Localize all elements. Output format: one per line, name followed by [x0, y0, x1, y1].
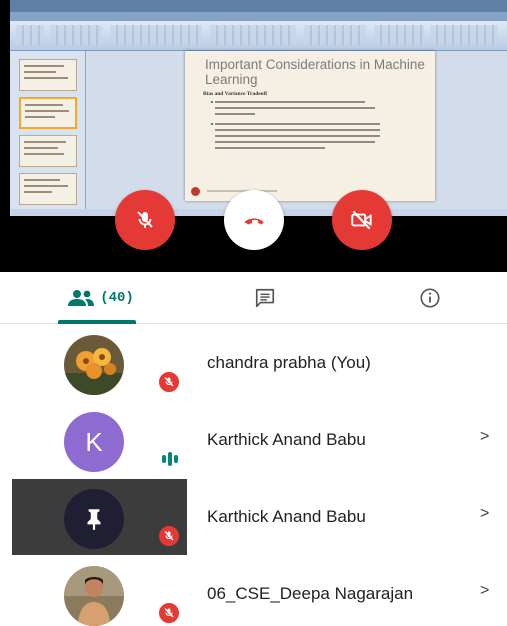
- slide-thumbnails-pane: [10, 51, 86, 209]
- side-panel-tabs: (40): [0, 272, 507, 324]
- ppt-ribbon-tabs: [10, 12, 507, 21]
- ppt-title-bar: [10, 0, 507, 12]
- hang-up-button[interactable]: [224, 190, 284, 250]
- slide-thumbnail-selected: [19, 97, 77, 129]
- flower-photo: [64, 335, 124, 395]
- avatar-letter: K: [64, 412, 124, 472]
- speaking-indicator-icon: [162, 452, 178, 466]
- participant-row[interactable]: 06_CSE_Deepa Nagarajan >: [0, 556, 507, 626]
- participant-name: Karthick Anand Babu: [207, 430, 366, 449]
- slide-thumbnail: [19, 59, 77, 91]
- slide-canvas: Important Considerations in Machine Lear…: [86, 51, 507, 209]
- people-icon: [68, 290, 95, 306]
- person-photo: [64, 566, 124, 626]
- active-tab-indicator: [58, 320, 136, 324]
- info-icon: [420, 288, 440, 308]
- videocam-off-icon: [351, 210, 372, 230]
- participant-row-pinned[interactable]: Karthick Anand Babu >: [0, 479, 507, 555]
- ppt-ribbon: [10, 21, 507, 51]
- slide-title: Important Considerations in Machine Lear…: [205, 57, 425, 87]
- mic-toggle-button[interactable]: [115, 190, 175, 250]
- mic-off-icon: [137, 211, 153, 228]
- participant-count: (40): [100, 290, 134, 306]
- participant-name: Karthick Anand Babu: [207, 507, 366, 526]
- participant-row[interactable]: chandra prabha (You): [0, 325, 507, 401]
- camera-toggle-button[interactable]: [332, 190, 392, 250]
- tab-info[interactable]: [405, 272, 455, 324]
- participant-name: chandra prabha (You): [207, 353, 371, 372]
- slide-thumbnail: [19, 173, 77, 205]
- participant-name: 06_CSE_Deepa Nagarajan: [207, 584, 414, 603]
- current-slide: Important Considerations in Machine Lear…: [185, 51, 435, 201]
- avatar: [64, 489, 124, 549]
- muted-badge: [157, 524, 181, 548]
- slide-bullet: Bias and Variance Tradeoff: [203, 91, 268, 97]
- avatar: [64, 566, 124, 626]
- chevron-right-icon[interactable]: >: [480, 505, 489, 523]
- muted-badge: [157, 601, 181, 625]
- tab-chat[interactable]: [240, 272, 290, 324]
- meet-call-screen: Important Considerations in Machine Lear…: [0, 0, 507, 626]
- slide-logo: [191, 187, 200, 196]
- mic-off-icon: [164, 531, 174, 541]
- shared-powerpoint-window: Important Considerations in Machine Lear…: [10, 0, 507, 216]
- mic-off-icon: [164, 377, 174, 387]
- tab-people[interactable]: (40): [50, 272, 150, 324]
- participant-row[interactable]: K Karthick Anand Babu >: [0, 402, 507, 478]
- chevron-right-icon[interactable]: >: [480, 582, 489, 600]
- call-end-icon: [244, 218, 264, 225]
- pin-icon: [87, 509, 101, 530]
- chevron-right-icon[interactable]: >: [480, 428, 489, 446]
- chat-icon: [255, 288, 275, 308]
- slide-thumbnail: [19, 135, 77, 167]
- presentation-video: Important Considerations in Machine Lear…: [0, 0, 507, 272]
- mic-off-icon: [164, 608, 174, 618]
- avatar: [64, 335, 124, 395]
- muted-badge: [157, 370, 181, 394]
